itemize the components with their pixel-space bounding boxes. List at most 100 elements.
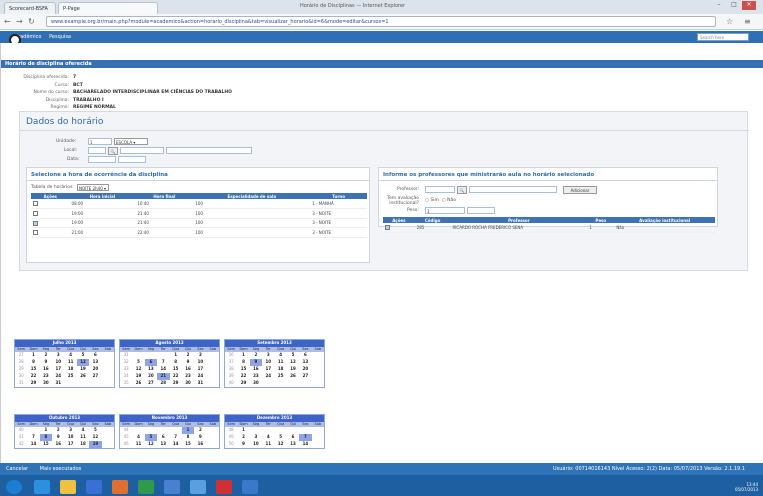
calendar-day[interactable]: 18 bbox=[77, 441, 89, 448]
calendar-day[interactable]: 8 bbox=[27, 359, 39, 366]
calendar-day[interactable]: 26 bbox=[132, 380, 144, 387]
reload-icon[interactable]: ↻ bbox=[28, 17, 35, 26]
app-icon[interactable] bbox=[164, 480, 180, 494]
calendar-day[interactable]: 2 bbox=[52, 427, 64, 434]
calendar-day[interactable]: 1 bbox=[170, 352, 182, 359]
local-description-field[interactable] bbox=[166, 147, 252, 154]
peso-extra-field[interactable] bbox=[467, 207, 495, 214]
calendar-day[interactable]: 14 bbox=[299, 441, 311, 448]
calendar-day[interactable] bbox=[312, 434, 324, 441]
calendar-day[interactable]: 23 bbox=[182, 373, 194, 380]
calendar-day[interactable] bbox=[207, 441, 219, 448]
calendar-day[interactable]: 17 bbox=[262, 366, 274, 373]
calendar-day[interactable]: 48 bbox=[225, 427, 237, 434]
calendar-day[interactable] bbox=[102, 373, 114, 380]
calendar-day[interactable]: 10 bbox=[65, 434, 77, 441]
calendar-title[interactable]: Novembro 2013 bbox=[120, 415, 219, 422]
calendar-day[interactable]: 42 bbox=[15, 441, 27, 448]
calendar-day[interactable]: 3 bbox=[250, 434, 262, 441]
calendar-day[interactable]: 35 bbox=[120, 380, 132, 387]
calendar-day[interactable]: 9 bbox=[237, 441, 249, 448]
calendar-day[interactable]: 40 bbox=[225, 380, 237, 387]
calendar-day[interactable] bbox=[102, 366, 114, 373]
calendar-day[interactable] bbox=[145, 427, 157, 434]
calendar-day[interactable]: 4 bbox=[77, 427, 89, 434]
calendar-day[interactable]: 5 bbox=[287, 352, 299, 359]
calendar-day[interactable]: 13 bbox=[287, 441, 299, 448]
calendar-day[interactable] bbox=[207, 373, 219, 380]
calendar-day[interactable]: 14 bbox=[170, 441, 182, 448]
calendar-day[interactable]: 27 bbox=[89, 373, 101, 380]
calendar-day[interactable]: 8 bbox=[237, 359, 249, 366]
calendar-day[interactable]: 46 bbox=[120, 441, 132, 448]
calendar-title[interactable]: Outubro 2013 bbox=[15, 415, 114, 422]
unidade-code-field[interactable]: 1 bbox=[88, 138, 112, 145]
browser-tab[interactable]: Scorecard-BSFA bbox=[4, 2, 56, 14]
calendar-day[interactable]: 28 bbox=[15, 359, 27, 366]
calendar-day[interactable]: 19 bbox=[287, 366, 299, 373]
wrench-icon[interactable]: ≡ bbox=[744, 17, 751, 26]
calendar-day[interactable]: 8 bbox=[182, 434, 194, 441]
calendar-day[interactable]: 6 bbox=[89, 352, 101, 359]
professor-name-field[interactable] bbox=[469, 186, 557, 193]
calendar-day[interactable] bbox=[132, 427, 144, 434]
calendar-day[interactable]: 1 bbox=[237, 427, 249, 434]
calendar-day[interactable]: 30 bbox=[182, 380, 194, 387]
calendar-day[interactable]: 22 bbox=[170, 373, 182, 380]
calendar-day[interactable]: 14 bbox=[27, 441, 39, 448]
calendar-day[interactable]: 29 bbox=[237, 380, 249, 387]
calendar-day[interactable] bbox=[89, 380, 101, 387]
calendar-day[interactable] bbox=[250, 427, 262, 434]
calendar-day[interactable]: 27 bbox=[299, 373, 311, 380]
calendar-day[interactable]: 39 bbox=[225, 373, 237, 380]
calendar-day[interactable] bbox=[145, 352, 157, 359]
calendar-day[interactable]: 16 bbox=[194, 441, 206, 448]
menu-pesquisa[interactable]: Pesquisa bbox=[49, 34, 71, 40]
data-field[interactable] bbox=[88, 156, 116, 163]
calendar-day[interactable] bbox=[312, 441, 324, 448]
calendar-day[interactable]: 11 bbox=[275, 359, 287, 366]
calendar-day[interactable]: 11 bbox=[65, 359, 77, 366]
calendar-day[interactable] bbox=[207, 427, 219, 434]
calendar-day[interactable] bbox=[312, 380, 324, 387]
calendar-day[interactable]: 29 bbox=[170, 380, 182, 387]
tabela-select[interactable]: NOITE 2h40 ▾ bbox=[77, 184, 109, 191]
calendar-day[interactable] bbox=[275, 380, 287, 387]
calendar-day[interactable]: 38 bbox=[225, 366, 237, 373]
calendar-day[interactable]: 5 bbox=[144, 434, 158, 441]
calendar-day[interactable] bbox=[207, 352, 219, 359]
calendar-day[interactable]: 30 bbox=[15, 373, 27, 380]
status-cancelar[interactable]: Cancelar bbox=[6, 466, 28, 472]
calendar-day[interactable]: 12 bbox=[287, 359, 299, 366]
professor-code-field[interactable] bbox=[425, 186, 455, 193]
calendar-day[interactable]: 4 bbox=[275, 352, 287, 359]
peso-field[interactable]: 1 bbox=[425, 207, 465, 214]
calendar-day[interactable]: 15 bbox=[182, 441, 194, 448]
calendar-day[interactable]: 11 bbox=[262, 441, 274, 448]
calendar-day[interactable]: 44 bbox=[120, 427, 132, 434]
calendar-day[interactable] bbox=[102, 359, 114, 366]
app-icon[interactable] bbox=[190, 480, 206, 494]
table-row[interactable]: 19:00 21:40 100 3 - NOITE bbox=[31, 218, 367, 228]
calendar-day[interactable]: 22 bbox=[237, 373, 249, 380]
calendar-day[interactable]: 3 bbox=[194, 352, 206, 359]
calendar-day[interactable]: 19 bbox=[77, 366, 89, 373]
calendar-day[interactable] bbox=[287, 380, 299, 387]
calendar-day[interactable] bbox=[207, 359, 219, 366]
row-checkbox[interactable] bbox=[33, 211, 38, 216]
calendar-day[interactable]: 2 bbox=[250, 352, 262, 359]
calendar-day[interactable]: 24 bbox=[262, 373, 274, 380]
data-end-field[interactable] bbox=[118, 156, 146, 163]
calendar-day[interactable]: 4 bbox=[262, 434, 274, 441]
minimize-icon[interactable]: – bbox=[712, 1, 726, 10]
calendar-day[interactable]: 10 bbox=[250, 441, 262, 448]
calendar-day[interactable]: 1 bbox=[40, 427, 52, 434]
calendar-day[interactable]: 16 bbox=[250, 366, 262, 373]
calendar-day[interactable]: 11 bbox=[77, 434, 89, 441]
calendar-day[interactable] bbox=[312, 373, 324, 380]
calendar-day[interactable]: 24 bbox=[194, 373, 206, 380]
calendar-day[interactable]: 22 bbox=[27, 373, 39, 380]
calendar-day[interactable]: 27 bbox=[145, 380, 157, 387]
calendar-day[interactable]: 6 bbox=[144, 359, 158, 366]
calendar-day[interactable]: 3 bbox=[262, 352, 274, 359]
